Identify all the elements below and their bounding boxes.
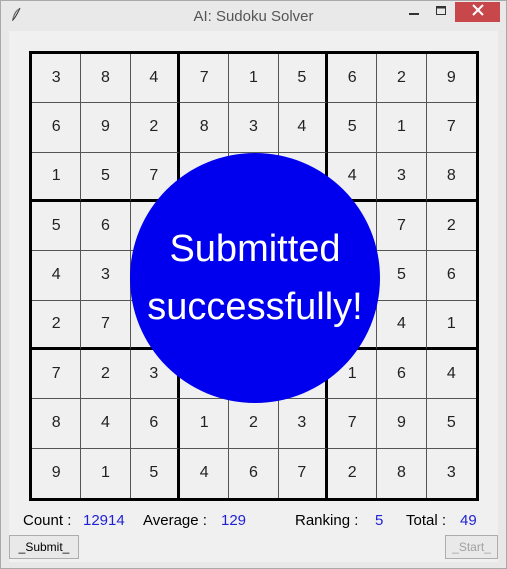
sudoku-cell-r7-c2[interactable]: 2 <box>81 349 131 400</box>
title-bar[interactable]: AI: Sudoku Solver <box>1 1 506 31</box>
sudoku-cell-r8-c9[interactable]: 5 <box>426 399 476 449</box>
sudoku-cell-r4-c9[interactable]: 2 <box>426 202 476 252</box>
app-window: AI: Sudoku Solver 3847156296928345171574… <box>0 0 507 569</box>
sudoku-cell-r9-c7[interactable]: 2 <box>328 448 378 498</box>
sudoku-cell-r9-c8[interactable]: 8 <box>377 448 427 498</box>
sudoku-cell-r2-c8[interactable]: 1 <box>377 103 427 153</box>
sudoku-cell-r2-c9[interactable]: 7 <box>426 103 476 153</box>
sudoku-cell-r7-c9[interactable]: 4 <box>426 350 476 400</box>
sudoku-cell-r1-c6[interactable]: 5 <box>278 54 328 104</box>
sudoku-cell-r8-c3[interactable]: 6 <box>130 399 180 449</box>
sudoku-cell-r8-c6[interactable]: 3 <box>278 399 328 449</box>
sudoku-cell-r2-c1[interactable]: 6 <box>32 103 82 153</box>
sudoku-cell-r5-c9[interactable]: 6 <box>426 251 476 301</box>
close-icon <box>471 3 484 21</box>
sudoku-cell-r4-c1[interactable]: 5 <box>32 201 82 252</box>
sudoku-cell-r2-c2[interactable]: 9 <box>81 103 131 153</box>
count-label: Count : <box>23 512 72 529</box>
sudoku-cell-r6-c1[interactable]: 2 <box>32 300 82 350</box>
sudoku-cell-r6-c8[interactable]: 4 <box>377 300 427 350</box>
sudoku-cell-r6-c2[interactable]: 7 <box>81 300 131 350</box>
sudoku-cell-r2-c7[interactable]: 5 <box>327 103 378 153</box>
minimize-icon <box>409 3 419 21</box>
sudoku-cell-r3-c8[interactable]: 3 <box>377 152 427 202</box>
maximize-button[interactable] <box>427 2 454 22</box>
sudoku-cell-r9-c5[interactable]: 6 <box>229 448 279 498</box>
sudoku-cell-r2-c3[interactable]: 2 <box>130 103 180 153</box>
sudoku-cell-r1-c8[interactable]: 2 <box>377 54 427 104</box>
sudoku-cell-r2-c6[interactable]: 4 <box>278 103 328 153</box>
sudoku-cell-r1-c7[interactable]: 6 <box>327 54 378 104</box>
sudoku-cell-r4-c8[interactable]: 7 <box>377 201 427 252</box>
average-label: Average : <box>143 512 207 529</box>
sudoku-cell-r8-c1[interactable]: 8 <box>32 399 82 449</box>
sudoku-cell-r9-c9[interactable]: 3 <box>427 449 476 498</box>
client-area: 3847156296928345171574385672435627417231… <box>9 31 498 562</box>
sudoku-cell-r9-c4[interactable]: 4 <box>180 448 230 498</box>
sudoku-cell-r1-c4[interactable]: 7 <box>179 54 230 104</box>
close-button[interactable] <box>455 2 500 22</box>
sudoku-cell-r5-c1[interactable]: 4 <box>32 251 82 301</box>
sudoku-cell-r9-c6[interactable]: 7 <box>279 448 328 498</box>
total-value: 49 <box>460 512 477 529</box>
maximize-icon <box>435 3 446 21</box>
sudoku-cell-r1-c9[interactable]: 9 <box>426 54 476 104</box>
sudoku-cell-r8-c8[interactable]: 9 <box>377 399 427 449</box>
sudoku-cell-r9-c1[interactable]: 9 <box>32 448 82 498</box>
average-value: 129 <box>221 512 247 529</box>
sudoku-cell-r1-c3[interactable]: 4 <box>130 54 180 104</box>
sudoku-cell-r8-c2[interactable]: 4 <box>81 399 131 449</box>
overlay-line-2: successfully! <box>147 286 363 328</box>
sudoku-cell-r2-c5[interactable]: 3 <box>229 103 279 153</box>
total-label: Total : <box>406 512 447 529</box>
sudoku-cell-r2-c4[interactable]: 8 <box>179 103 230 153</box>
sudoku-cell-r1-c5[interactable]: 1 <box>229 54 279 104</box>
start-button[interactable]: _Start_ <box>445 535 498 559</box>
sudoku-cell-r3-c2[interactable]: 5 <box>81 152 131 202</box>
success-overlay: Submitted successfully! <box>130 153 380 403</box>
ranking-value: 5 <box>375 512 384 529</box>
sudoku-cell-r1-c2[interactable]: 8 <box>81 54 131 104</box>
sudoku-cell-r1-c1[interactable]: 3 <box>32 54 82 104</box>
sudoku-cell-r8-c5[interactable]: 2 <box>229 399 279 449</box>
sudoku-cell-r8-c4[interactable]: 1 <box>179 399 230 449</box>
minimize-button[interactable] <box>399 2 429 22</box>
sudoku-cell-r4-c2[interactable]: 6 <box>81 201 131 252</box>
count-value: 12914 <box>83 512 125 529</box>
sudoku-cell-r5-c8[interactable]: 5 <box>377 251 427 301</box>
sudoku-cell-r3-c9[interactable]: 8 <box>426 153 476 202</box>
ranking-label: Ranking : <box>295 512 359 529</box>
sudoku-cell-r9-c3[interactable]: 5 <box>131 448 180 498</box>
sudoku-cell-r9-c2[interactable]: 1 <box>81 448 131 498</box>
sudoku-cell-r8-c7[interactable]: 7 <box>327 399 378 449</box>
sudoku-cell-r5-c2[interactable]: 3 <box>81 251 131 301</box>
sudoku-cell-r3-c1[interactable]: 1 <box>32 152 82 202</box>
sudoku-cell-r7-c1[interactable]: 7 <box>32 349 82 400</box>
overlay-line-1: Submitted <box>169 228 341 270</box>
sudoku-cell-r7-c8[interactable]: 6 <box>377 349 427 400</box>
sudoku-cell-r6-c9[interactable]: 1 <box>426 301 476 350</box>
submit-button[interactable]: _Submit_ <box>9 535 79 559</box>
